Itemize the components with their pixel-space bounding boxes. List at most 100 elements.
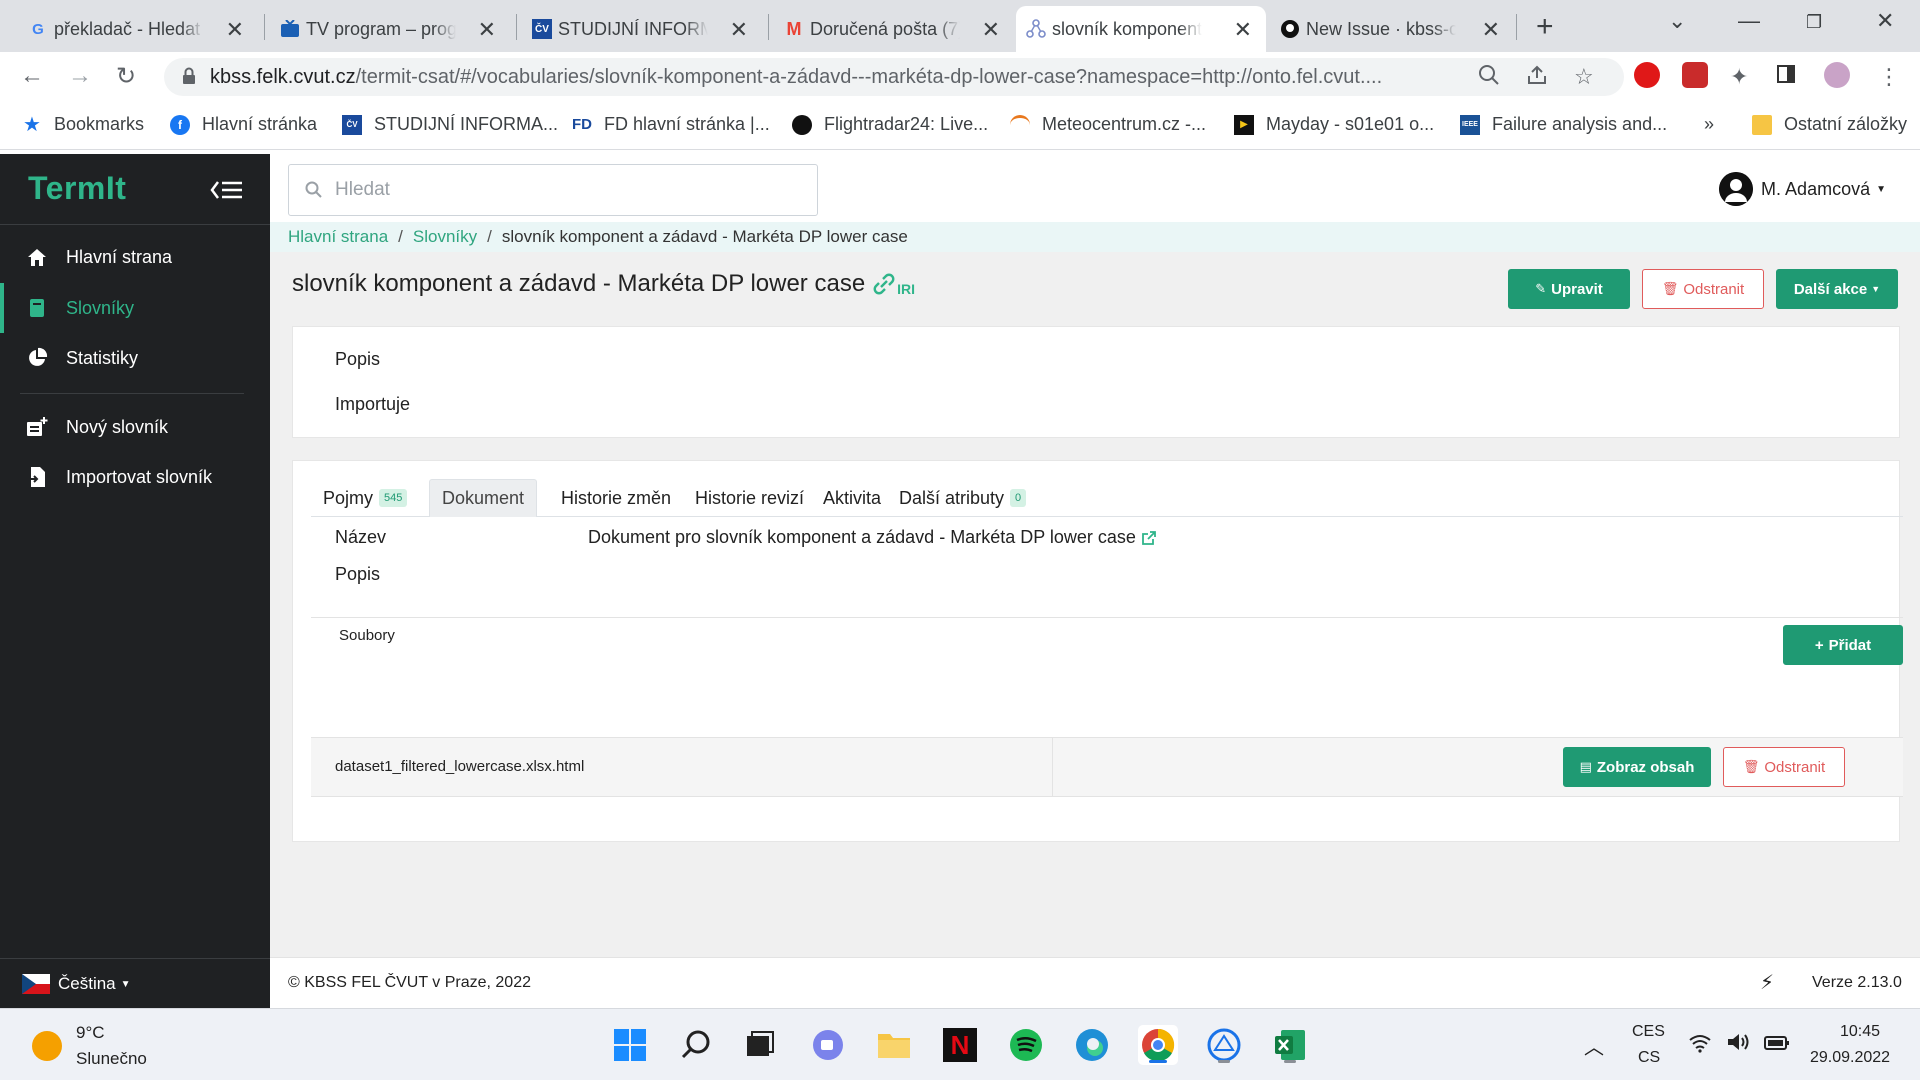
clock-time[interactable]: 10:45	[1840, 1023, 1880, 1041]
breadcrumb-home[interactable]: Hlavní strana	[288, 227, 388, 247]
sidebar-item-statistics[interactable]: Statistiky	[0, 333, 270, 383]
document-name-link[interactable]: Dokument pro slovník komponent a zádavd …	[588, 527, 1157, 548]
close-tab-icon[interactable]: ✕	[730, 17, 748, 43]
sidebar-item-home[interactable]: Hlavní strana	[0, 232, 270, 282]
chrome-menu-icon[interactable]: ⋮	[1878, 64, 1900, 90]
bookmark-item[interactable]: FD FD hlavní stránka |...	[572, 114, 770, 135]
weather-temp[interactable]: 9°C	[76, 1023, 105, 1043]
browser-tab-tv[interactable]: TV program – prog ✕	[270, 6, 510, 52]
close-window-icon[interactable]: ✕	[1876, 8, 1894, 34]
back-icon[interactable]: ←	[20, 62, 44, 90]
delete-file-button[interactable]: 🗑 Odstranit	[1723, 747, 1845, 787]
extensions-puzzle-icon[interactable]: ✦	[1730, 64, 1748, 90]
windows-start-icon[interactable]	[610, 1025, 650, 1065]
task-view-icon[interactable]	[740, 1025, 780, 1065]
user-avatar-icon	[1719, 172, 1754, 206]
star-icon: ★	[23, 114, 41, 136]
breadcrumb-vocabularies[interactable]: Slovníky	[413, 227, 477, 247]
clock-date[interactable]: 29.09.2022	[1810, 1049, 1890, 1067]
close-tab-icon[interactable]: ✕	[478, 17, 496, 43]
bookmark-item[interactable]: Meteocentrum.cz -...	[1010, 114, 1206, 135]
bookmark-item[interactable]: ★ Bookmarks	[22, 114, 144, 136]
bookmarks-more-button[interactable]: »	[1704, 114, 1714, 135]
edit-button[interactable]: ✎ Upravit	[1508, 269, 1630, 309]
language-top[interactable]: CES	[1632, 1023, 1665, 1041]
spotify-icon[interactable]	[1006, 1025, 1046, 1065]
czech-flag-icon	[22, 974, 50, 994]
browser-tab-gmail[interactable]: M Doručená pošta (7) ✕	[774, 6, 1014, 52]
tab-other-attributes[interactable]: Další atributy 0	[887, 479, 1038, 517]
battery-icon[interactable]	[1764, 1035, 1790, 1056]
bookmark-item[interactable]: ČV STUDIJNÍ INFORMA...	[342, 114, 558, 135]
chrome-taskbar-icon[interactable]	[1138, 1025, 1178, 1065]
share-icon[interactable]	[1526, 64, 1548, 92]
address-bar[interactable]: kbss.felk.cvut.cz/termit-csat/#/vocabula…	[164, 58, 1624, 96]
wifi-icon[interactable]	[1688, 1033, 1712, 1058]
language-selector[interactable]: Čeština ▼	[22, 974, 131, 994]
imports-label: Importuje	[335, 394, 411, 414]
browser-tab-studijni[interactable]: ČV STUDIJNÍ INFORMA ✕	[522, 6, 762, 52]
profile-avatar-icon[interactable]	[1824, 62, 1850, 88]
url-path: /termit-csat/#/vocabularies/slovník-komp…	[355, 65, 1383, 88]
weather-desc[interactable]: Slunečno	[76, 1049, 147, 1069]
delete-vocabulary-button[interactable]: 🗑 Odstranit	[1642, 269, 1764, 309]
zoom-search-icon[interactable]	[1478, 64, 1500, 92]
browser-tab-termit[interactable]: slovník komponent ✕	[1016, 6, 1266, 52]
reload-icon[interactable]: ↻	[116, 62, 136, 91]
forward-icon[interactable]: →	[68, 62, 92, 90]
browser-tab-google[interactable]: G překladač - Hledat ✕	[18, 6, 258, 52]
bookmark-item[interactable]: ▶ Mayday - s01e01 o...	[1234, 114, 1434, 135]
tab-revision-history[interactable]: Historie revizí	[683, 479, 816, 517]
new-tab-icon[interactable]: +	[1536, 10, 1554, 44]
bookmark-star-icon[interactable]: ☆	[1574, 64, 1594, 90]
plus-icon: +	[1814, 636, 1824, 654]
show-content-button[interactable]: ▤ Zobraz obsah	[1563, 747, 1711, 787]
teams-chat-icon[interactable]	[808, 1025, 848, 1065]
volume-icon[interactable]	[1726, 1031, 1750, 1058]
github-icon	[1280, 19, 1300, 39]
app-logo[interactable]: TermIt	[28, 170, 126, 207]
side-panel-icon[interactable]	[1776, 64, 1796, 90]
tab-document[interactable]: Dokument	[429, 479, 538, 517]
close-tab-icon[interactable]: ✕	[226, 17, 244, 43]
collapse-menu-icon[interactable]	[210, 178, 244, 202]
tab-search-icon[interactable]: ⌄	[1668, 8, 1686, 34]
vpn-app-icon[interactable]	[1204, 1025, 1244, 1065]
minimize-icon[interactable]: —	[1738, 8, 1760, 34]
tab-terms[interactable]: Pojmy 545	[311, 479, 419, 517]
copyright-text: © KBSS FEL ČVUT v Praze, 2022	[288, 974, 531, 991]
close-tab-icon[interactable]: ✕	[1234, 17, 1252, 43]
trash-icon: 🗑	[1742, 759, 1760, 774]
edge-icon[interactable]	[1072, 1025, 1112, 1065]
bookmark-item[interactable]: f Hlavní stránka	[170, 114, 317, 135]
tray-chevron-up-icon[interactable]: ︿	[1584, 1031, 1604, 1060]
other-bookmarks[interactable]: Ostatní záložky	[1752, 114, 1907, 135]
abp-extension-icon[interactable]	[1682, 62, 1708, 88]
add-file-button[interactable]: + Přidat	[1783, 625, 1903, 665]
sidebar-import-vocabulary[interactable]: Importovat slovník	[0, 452, 270, 502]
close-tab-icon[interactable]: ✕	[1482, 17, 1500, 43]
close-tab-icon[interactable]: ✕	[982, 17, 1000, 43]
more-actions-dropdown[interactable]: Další akce ▼	[1776, 269, 1898, 309]
sidebar-new-vocabulary[interactable]: Nový slovník	[0, 402, 270, 452]
iri-link[interactable]: IRI	[871, 273, 915, 297]
bookmark-item[interactable]: IEEE Failure analysis and...	[1460, 114, 1667, 135]
user-menu[interactable]: M. Adamcová ▼	[1719, 172, 1886, 206]
tab-change-history[interactable]: Historie změn	[549, 479, 683, 517]
weather-sun-icon[interactable]	[32, 1031, 62, 1061]
excel-icon[interactable]	[1270, 1025, 1310, 1065]
tv-icon	[280, 19, 300, 39]
file-explorer-icon[interactable]	[874, 1025, 914, 1065]
restore-icon[interactable]: ❐	[1806, 12, 1822, 33]
version-text: Verze 2.13.0	[1812, 974, 1902, 991]
lightning-icon: ⚡	[1760, 972, 1775, 994]
adblock-extension-icon[interactable]	[1634, 62, 1660, 88]
tab-activity[interactable]: Aktivita	[811, 479, 893, 517]
language-bottom[interactable]: CS	[1638, 1049, 1660, 1067]
sidebar-item-vocabularies[interactable]: Slovníky	[0, 283, 270, 333]
browser-tab-github[interactable]: New Issue · kbss-cv ✕	[1270, 6, 1514, 52]
search-taskbar-icon[interactable]	[676, 1025, 716, 1065]
netflix-icon[interactable]: N	[940, 1025, 980, 1065]
search-input[interactable]: Hledat	[288, 164, 818, 216]
bookmark-item[interactable]: Flightradar24: Live...	[792, 114, 988, 135]
